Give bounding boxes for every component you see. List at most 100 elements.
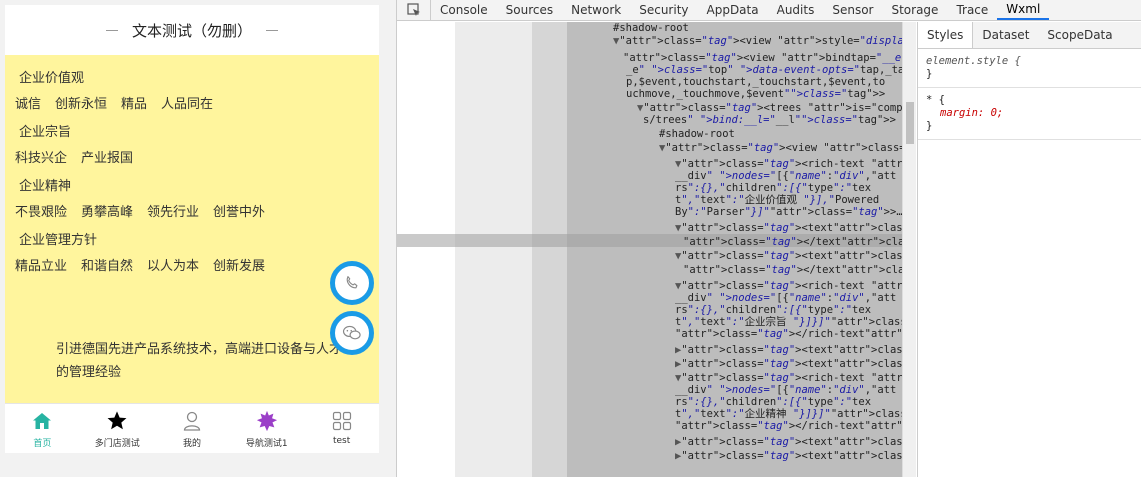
style-rule: element.style { } — [918, 49, 1141, 88]
chat-button[interactable] — [330, 311, 374, 355]
page-title: 文本测试（勿删） — [131, 21, 252, 40]
tab-scopedata[interactable]: ScopeData — [1038, 22, 1121, 48]
tree-node[interactable]: "attr">class="tag"></rich-text"attr">cla… — [675, 328, 902, 340]
list-item: 创新发展 — [213, 259, 266, 274]
tab-wxml[interactable]: Wxml — [997, 0, 1050, 20]
scrollbar-thumb[interactable] — [906, 102, 914, 144]
section-title: 企业价值观 — [19, 71, 85, 86]
tree-node[interactable]: t","text":"企业价值观 "}],"Powered — [675, 194, 879, 206]
tree-node[interactable]: s/trees" ">bind:__l="__l"">class="tag">> — [643, 114, 896, 126]
tree-node[interactable]: ▼"attr">class="tag"><view "attr">class="… — [659, 142, 902, 154]
tab-home[interactable]: 首页 — [5, 404, 80, 453]
tree-node[interactable]: t","text":"企业宗旨 "}]}]""attr">class="tag"… — [675, 316, 902, 328]
tree-node[interactable]: ▶"attr">class="tag"><text"attr">class="t… — [675, 436, 902, 448]
tree-node[interactable]: _e" ">class="top" ">data-event-opts="tap… — [626, 64, 902, 76]
tree-node[interactable]: ▼"attr">class="tag"><rich-text "attr">cl… — [675, 158, 902, 170]
list-item: 科技兴企 — [15, 151, 68, 166]
section-items: 精品立业 和谐自然 以人为本 创新发展 — [15, 255, 279, 274]
devtools-tab-bar: Console Sources Network Security AppData… — [397, 0, 1141, 21]
tree-node[interactable]: __div" ">nodes="[{"name":"div","att — [675, 384, 896, 396]
tree-node[interactable]: rs":{},"children":[{"type":"tex — [675, 182, 871, 194]
phone-screen: 文本测试（勿删） 企业价值观 诚信 创新永恒 精品 人品同在 企业宗旨 科技兴企 产业报… — [5, 5, 379, 453]
list-item: 以人为本 — [147, 259, 200, 274]
styles-tab-bar: Styles Dataset ScopeData — [918, 22, 1141, 49]
tree-scrollbar[interactable] — [902, 22, 916, 477]
phone-icon — [346, 276, 358, 289]
home-icon — [30, 410, 54, 432]
tree-node[interactable]: p,$event,touchstart,_touchstart,$event,t… — [626, 76, 885, 88]
tab-console[interactable]: Console — [431, 0, 497, 20]
tab-appdata[interactable]: AppData — [698, 0, 768, 20]
cursor-icon — [406, 3, 420, 16]
styles-pane: Styles Dataset ScopeData element.style {… — [917, 22, 1141, 477]
badge-icon — [255, 410, 279, 432]
company-description: 引进德国先进产品系统技术，高端进口设备与人才的管理经验 — [56, 342, 343, 380]
tree-node[interactable]: t","text":"企业精神 "}]}]""attr">class="tag"… — [675, 408, 902, 420]
section-title: 企业宗旨 — [19, 125, 72, 140]
tab-bar: 首页 多门店测试 我的 导航测试1 test — [5, 403, 379, 453]
style-rule: * { margin: 0; } — [918, 88, 1141, 140]
tree-node[interactable]: "attr">class="tag"><view "attr">bindtap=… — [623, 52, 902, 64]
screen: 文本测试（勿删） 企业价值观 诚信 创新永恒 精品 人品同在 企业宗旨 科技兴企 产业报… — [0, 0, 1141, 477]
navigation-bar: 文本测试（勿删） — [5, 5, 379, 55]
tree-node[interactable]: #shadow-root — [613, 22, 689, 34]
tree-node[interactable]: ▼"attr">class="tag"><trees "attr">is="co… — [637, 102, 902, 114]
tree-node[interactable]: "attr">class="tag"></text"attr">class="t… — [683, 264, 902, 276]
tree-node[interactable]: __div" ">nodes="[{"name":"div","att — [675, 292, 896, 304]
list-item: 精品立业 — [15, 259, 68, 274]
page-content: 企业价值观 诚信 创新永恒 精品 人品同在 企业宗旨 科技兴企 产业报国 企业精神 不畏… — [5, 55, 379, 403]
tab-multi-store[interactable]: 多门店测试 — [80, 404, 155, 453]
phone-call-button[interactable] — [330, 261, 374, 305]
tab-mine[interactable]: 我的 — [155, 404, 230, 453]
tree-node[interactable]: ▶"attr">class="tag"><text"attr">class="t… — [675, 450, 902, 462]
simulator-panel: 文本测试（勿删） 企业价值观 诚信 创新永恒 精品 人品同在 企业宗旨 科技兴企 产业报… — [0, 0, 396, 477]
list-item: 勇攀高峰 — [81, 205, 134, 220]
tab-nav-test[interactable]: 导航测试1 — [229, 404, 304, 453]
list-item: 和谐自然 — [81, 259, 134, 274]
tree-node[interactable]: ▶"attr">class="tag"><text"attr">class="t… — [675, 344, 902, 356]
tree-node[interactable]: rs":{},"children":[{"type":"tex — [675, 396, 871, 408]
tree-node[interactable]: "attr">class="tag"></text"attr">class="t… — [683, 236, 902, 248]
grid-icon — [330, 410, 354, 432]
tab-storage[interactable]: Storage — [882, 0, 947, 20]
devtools-panel: Console Sources Network Security AppData… — [396, 0, 1141, 477]
list-item: 领先行业 — [147, 205, 200, 220]
tree-node[interactable]: ▼"attr">class="tag"><view "attr">style="… — [613, 35, 902, 47]
section-items: 不畏艰险 勇攀高峰 领先行业 创誉中外 — [15, 201, 279, 220]
tab-network[interactable]: Network — [562, 0, 630, 20]
tab-trace[interactable]: Trace — [947, 0, 997, 20]
tree-node[interactable]: ▼"attr">class="tag"><rich-text "attr">cl… — [675, 372, 902, 384]
tree-node[interactable]: uchmove,_touchmove,$event"">class="tag">… — [626, 88, 885, 100]
tree-node[interactable]: ▼"attr">class="tag"><rich-text "attr">cl… — [675, 280, 902, 292]
tab-audits[interactable]: Audits — [768, 0, 824, 20]
tab-sensor[interactable]: Sensor — [823, 0, 882, 20]
list-item: 不畏艰险 — [15, 205, 68, 220]
star-icon — [105, 410, 129, 432]
tree-node[interactable]: ▶"attr">class="tag"><text"attr">class="t… — [675, 358, 902, 370]
section-items: 科技兴企 产业报国 — [15, 147, 147, 166]
list-item: 产业报国 — [81, 151, 134, 166]
chat-icon — [342, 325, 361, 340]
tree-node[interactable]: "attr">class="tag"></rich-text"attr">cla… — [675, 420, 902, 432]
wxml-tree-panel: #shadow-root ▼"attr">class="tag"><view "a… — [397, 22, 902, 477]
tree-node[interactable]: ▼"attr">class="tag"><text"attr">class="t… — [675, 250, 902, 262]
wxml-tree: #shadow-root ▼"attr">class="tag"><view "a… — [397, 22, 902, 477]
tree-node[interactable]: By":"Parser"}]""attr">class="tag">>…"att… — [675, 206, 902, 218]
tree-node[interactable]: #shadow-root — [659, 128, 735, 140]
section-title: 企业管理方针 — [19, 233, 98, 248]
tree-node[interactable]: __div" ">nodes="[{"name":"div","att — [675, 170, 896, 182]
tab-sources[interactable]: Sources — [497, 0, 562, 20]
tab-dataset[interactable]: Dataset — [973, 22, 1038, 48]
user-icon — [180, 410, 204, 432]
section-items: 诚信 创新永恒 精品 人品同在 — [15, 93, 227, 112]
list-item: 诚信 — [15, 97, 42, 112]
inspect-element-button[interactable] — [397, 0, 431, 20]
list-item: 创新永恒 — [55, 97, 108, 112]
tree-node[interactable]: rs":{},"children":[{"type":"tex — [675, 304, 871, 316]
tab-security[interactable]: Security — [630, 0, 697, 20]
list-item: 精品 — [121, 97, 148, 112]
tab-test[interactable]: test — [304, 404, 379, 453]
tab-styles[interactable]: Styles — [918, 22, 974, 48]
tree-node-selected[interactable]: ▼"attr">class="tag"><text"attr">class="t… — [675, 222, 902, 234]
title-right-dash — [266, 29, 278, 31]
